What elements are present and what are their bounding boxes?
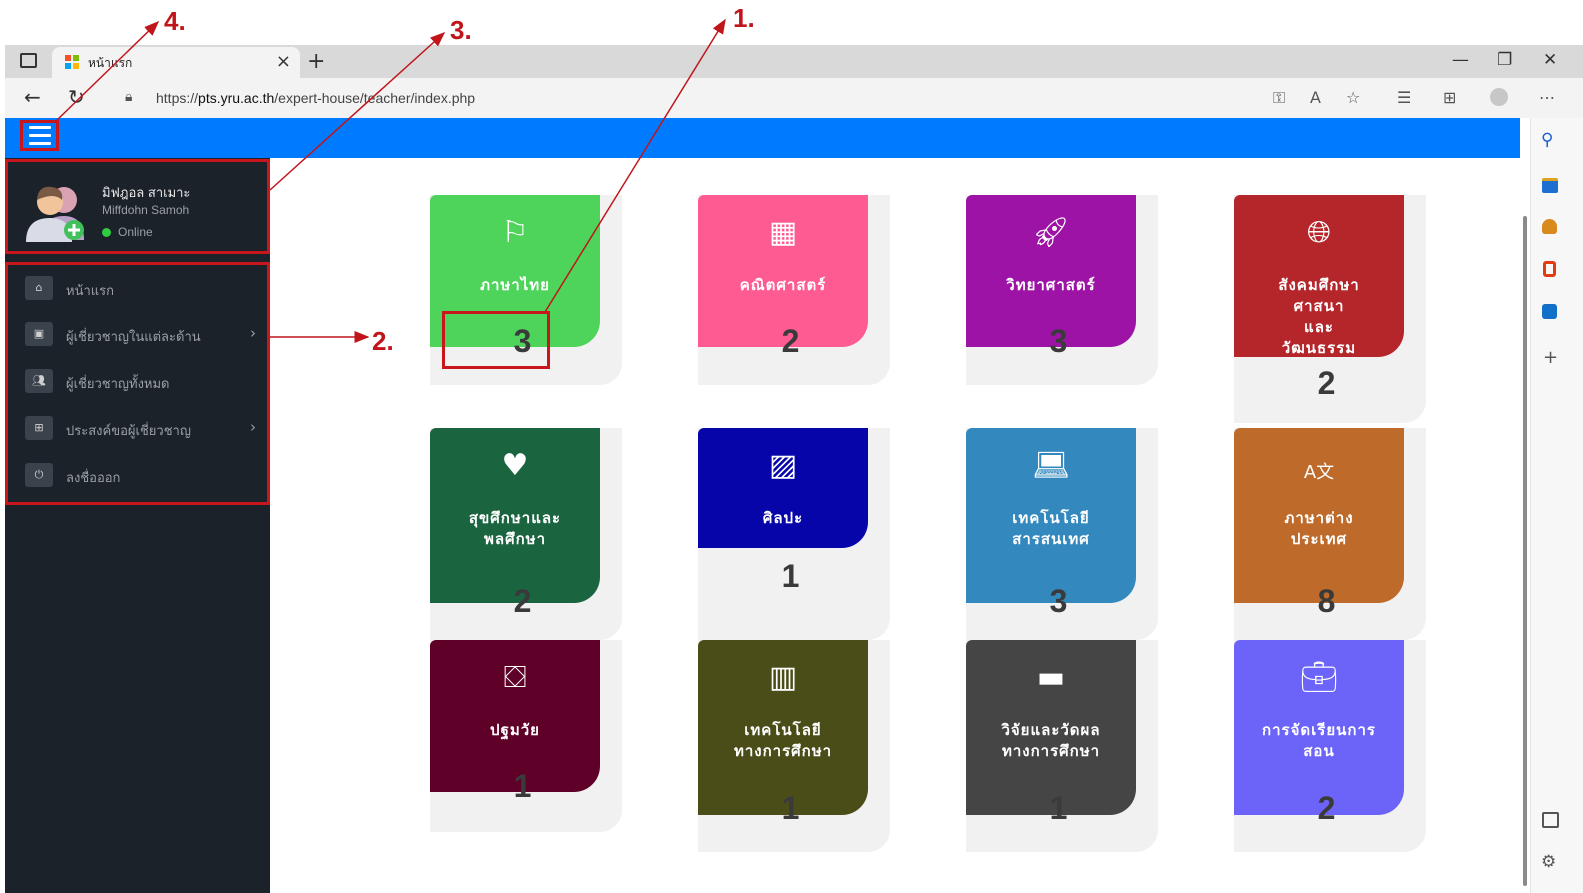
favorites-list-icon[interactable]: ☰: [1397, 88, 1411, 107]
annotation-label-4: 4.: [164, 6, 186, 36]
annotation-label-2: 2.: [372, 326, 394, 356]
card-count: 2: [1317, 790, 1336, 826]
highlight-box-count: [442, 311, 550, 369]
office-icon[interactable]: [1543, 261, 1556, 277]
laptop-icon: 💻︎: [1031, 448, 1071, 483]
card-label: สุขศึกษาและ พลศึกษา: [468, 509, 562, 548]
calculator-icon: ▦: [768, 215, 798, 250]
card-count: 2: [1317, 365, 1336, 401]
restore-icon[interactable]: ❐: [1497, 50, 1512, 70]
subject-card[interactable]: A文 ภาษาต่าง ประเทศ 8: [1234, 428, 1434, 640]
card-count: 1: [781, 790, 800, 826]
new-tab-button[interactable]: +: [307, 49, 325, 74]
add-sidebar-app-icon[interactable]: +: [1543, 347, 1558, 368]
image-file-icon: ▨: [768, 448, 798, 483]
card-label: ภาษาไทย: [480, 276, 550, 294]
card-count: 1: [513, 768, 532, 804]
search-icon[interactable]: ⚲: [1541, 130, 1553, 150]
subject-card[interactable]: ▥ เทคโนโลยี ทางการศึกษา 1: [698, 640, 898, 852]
card-count: 3: [1049, 323, 1068, 359]
heartbeat-icon: ♥: [501, 448, 529, 483]
close-window-icon[interactable]: ✕: [1543, 50, 1557, 70]
card-label: คณิตศาสตร์: [739, 276, 827, 294]
key-icon[interactable]: ⚿: [1273, 88, 1285, 108]
highlight-box-user-panel: [5, 159, 270, 254]
refresh-icon[interactable]: ↻: [68, 85, 85, 109]
back-icon[interactable]: ←: [24, 85, 41, 109]
card-label: ภาษาต่าง ประเทศ: [1284, 509, 1354, 548]
book-icon: ▬: [1036, 660, 1066, 695]
scrollbar-thumb[interactable]: [1523, 216, 1527, 886]
shopping-icon[interactable]: [1542, 178, 1558, 193]
tab-title: หน้าแรก: [88, 56, 133, 70]
card-label: สังคมศึกษา ศาสนา และ วัฒนธรรม: [1278, 276, 1360, 357]
subject-card[interactable]: 🌐︎ สังคมศึกษา ศาสนา และ วัฒนธรรม 2: [1234, 195, 1434, 423]
flag-icon: ⚐: [501, 215, 529, 250]
tab-close-icon[interactable]: ×: [276, 51, 291, 72]
tab-actions-icon[interactable]: [20, 53, 37, 68]
favicon-icon: [65, 55, 79, 69]
card-count: 1: [1049, 790, 1068, 826]
page-info-icon[interactable]: 🔒︎: [125, 89, 132, 105]
highlight-box-menu: [5, 262, 270, 505]
profile-avatar-icon[interactable]: [1490, 88, 1508, 106]
card-count: 1: [781, 558, 800, 594]
highlight-box-hamburger: [20, 120, 59, 151]
card-face: [698, 428, 868, 548]
card-label: การจัดเรียนการ สอน: [1262, 721, 1376, 760]
minimize-icon[interactable]: —: [1452, 50, 1469, 70]
edge-sidebar: [1530, 118, 1583, 893]
card-label: ศิลปะ: [762, 509, 804, 527]
browser-tab[interactable]: หน้าแรก ×: [52, 47, 300, 78]
card-count: 2: [781, 323, 800, 359]
card-label: ปฐมวัย: [490, 721, 540, 739]
subject-card[interactable]: ♥ สุขศึกษาและ พลศึกษา 2: [430, 428, 630, 640]
card-label: เทคโนโลยี ทางการศึกษา: [733, 721, 833, 760]
cubes-icon: ⛋: [503, 660, 527, 695]
card-count: 3: [1049, 583, 1068, 619]
favorite-star-icon[interactable]: ☆: [1346, 88, 1360, 107]
collections-icon[interactable]: ⊞: [1443, 88, 1456, 107]
card-count: 2: [513, 583, 532, 619]
top-navbar: [5, 118, 1520, 158]
rocket-icon: 🚀︎: [1031, 215, 1071, 250]
card-label: วิจัยและวัดผล ทางการศึกษา: [1001, 721, 1101, 760]
briefcase-icon: 💼︎: [1299, 660, 1339, 695]
subject-card[interactable]: ▬ วิจัยและวัดผล ทางการศึกษา 1: [966, 640, 1166, 852]
card-count: 8: [1317, 583, 1336, 619]
card-label: วิทยาศาสตร์: [1006, 276, 1096, 294]
card-label: เทคโนโลยี สารสนเทศ: [1012, 509, 1090, 548]
subject-card[interactable]: 💼︎ การจัดเรียนการ สอน 2: [1234, 640, 1434, 852]
subject-card[interactable]: 🚀︎ วิทยาศาสตร์ 3: [966, 195, 1166, 385]
hide-sidebar-icon[interactable]: [1542, 812, 1559, 828]
building-icon: ▥: [768, 660, 798, 695]
url-field[interactable]: https://pts.yru.ac.th/expert-house/teach…: [156, 90, 475, 106]
translate-icon: A文: [1303, 462, 1335, 483]
people-icon[interactable]: [1542, 219, 1557, 234]
subject-card[interactable]: ⛋ ปฐมวัย 1: [430, 640, 630, 832]
read-aloud-icon[interactable]: A: [1310, 88, 1321, 107]
subject-card[interactable]: ▦ คณิตศาสตร์ 2: [698, 195, 898, 385]
url-host: pts.yru.ac.th: [198, 90, 275, 106]
subject-card[interactable]: 💻︎ เทคโนโลยี สารสนเทศ 3: [966, 428, 1166, 640]
url-scheme: https://: [156, 90, 199, 106]
sidebar-settings-icon[interactable]: ⚙: [1541, 852, 1556, 872]
url-path: /expert-house/teacher/index.php: [274, 90, 476, 106]
annotation-label-1: 1.: [733, 3, 755, 33]
outlook-icon[interactable]: [1542, 304, 1557, 319]
subject-card[interactable]: ▨ ศิลปะ 1: [698, 428, 898, 640]
annotation-label-3: 3.: [450, 15, 472, 45]
globe-icon: 🌐︎: [1307, 215, 1331, 250]
more-options-icon[interactable]: …: [1539, 84, 1555, 103]
